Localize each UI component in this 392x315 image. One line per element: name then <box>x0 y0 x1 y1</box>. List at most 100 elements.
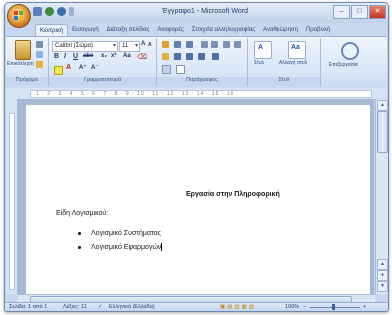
align-right-icon[interactable] <box>186 53 193 60</box>
next-page-icon[interactable]: ▼ <box>377 281 388 292</box>
justify-icon[interactable] <box>198 53 205 60</box>
ruler-scale: · 1 · 2 · 3 · 4 · 5 · 6 · 7 · 8 · 9 · 10… <box>30 90 372 98</box>
zoom-slider-knob[interactable] <box>332 304 335 310</box>
zoom-out-icon[interactable]: − <box>303 304 306 310</box>
sort-icon[interactable] <box>223 41 230 48</box>
editing-group: Επεξεργασία <box>321 38 386 86</box>
quick-access-toolbar <box>33 7 74 16</box>
tab-insert[interactable]: Εισαγωγή <box>68 24 103 36</box>
decrease-indent-icon[interactable] <box>201 41 208 48</box>
previous-page-icon[interactable]: ▲ <box>377 259 388 270</box>
shrink-font-icon-2[interactable]: A⁻ <box>91 64 99 71</box>
quick-styles-glyph-icon: A <box>258 44 264 51</box>
align-center-icon[interactable] <box>174 53 181 60</box>
superscript-icon[interactable]: x² <box>111 53 116 59</box>
subscript-icon[interactable]: x₂ <box>101 53 107 59</box>
status-bar: Σελίδα: 1 από 1 Λέξεις: 11 ✓ Ελληνικά (Ε… <box>5 302 388 311</box>
tab-view[interactable]: Προβολή <box>302 24 334 36</box>
tab-mailings[interactable]: Στοιχεία αλληλογραφίας <box>188 24 259 36</box>
proofing-icon[interactable]: ✓ <box>98 304 103 310</box>
font-group: Calibri (Σώμα) 11 A A B I U abe x₂ x² Aa… <box>49 38 157 86</box>
shading-icon[interactable] <box>162 65 171 74</box>
select-browse-object-icon[interactable]: ● <box>377 270 388 281</box>
paragraph-group-label: Παράγραφος <box>157 77 247 86</box>
tab-home[interactable]: Κεντρική <box>35 24 69 36</box>
cut-icon[interactable] <box>36 41 43 48</box>
styles-group-label: Στυλ <box>248 77 320 86</box>
bullets-icon[interactable] <box>162 41 169 48</box>
strikethrough-icon[interactable]: abe <box>83 53 93 59</box>
vertical-ruler-scale <box>9 113 15 290</box>
ribbon: Επικόλληση Πρόχειρο Calibri (Σώμα) 11 A … <box>6 36 387 89</box>
view-buttons[interactable]: ▣▤▥▦▧ <box>220 304 256 310</box>
window-title: Έγγραφο1 - Microsoft Word <box>162 8 248 15</box>
shrink-font-icon[interactable]: A <box>148 42 152 48</box>
tab-review[interactable]: Αναθεώρηση <box>259 24 302 36</box>
grow-font-icon[interactable]: A <box>141 41 145 47</box>
vertical-scrollbar[interactable]: ▲ ▲ ● ▼ <box>375 99 388 294</box>
font-size-dropdown[interactable]: 11 <box>119 41 140 52</box>
bullet-text: Λογισμικό Συστήματος <box>91 230 161 237</box>
bullet-item: Λογισμικό Εφαρμογών <box>78 243 163 251</box>
document-line: Είδη Λογισμικού: <box>56 210 109 217</box>
scroll-up-icon[interactable]: ▲ <box>377 100 388 111</box>
clear-formatting-icon[interactable]: ⌫ <box>137 53 147 61</box>
clipboard-group: Επικόλληση Πρόχειρο <box>6 38 49 86</box>
bullet-item: Λογισμικό Συστήματος <box>78 230 161 237</box>
styles-group: A Στυλ Aa Αλλαγή στυλ Στυλ <box>248 38 321 86</box>
find-icon[interactable] <box>341 42 359 60</box>
office-button[interactable] <box>7 4 31 28</box>
zoom-level[interactable]: 100% <box>285 304 299 310</box>
word-count[interactable]: Λέξεις: 11 <box>63 304 87 310</box>
minimize-button[interactable]: – <box>333 5 350 19</box>
document-page[interactable]: Εργασία στην Πληροφορική Είδη Λογισμικού… <box>26 105 370 295</box>
redo-icon[interactable] <box>57 7 66 16</box>
scroll-thumb[interactable] <box>377 111 388 153</box>
save-icon[interactable] <box>33 7 42 16</box>
multilevel-list-icon[interactable] <box>186 41 193 48</box>
window-controls: – □ ✕ <box>332 5 386 19</box>
show-formatting-icon[interactable] <box>234 41 241 48</box>
paragraph-group: Παράγραφος <box>157 38 248 86</box>
bullet-dot-icon <box>78 231 81 235</box>
tab-references[interactable]: Αναφορές <box>153 24 188 36</box>
bold-icon[interactable]: B <box>54 53 59 60</box>
paste-icon[interactable] <box>15 40 31 60</box>
italic-icon[interactable]: I <box>64 53 66 60</box>
change-styles-glyph-icon: Aa <box>291 44 300 51</box>
language-status[interactable]: Ελληνικά (Ελλάδα) <box>109 304 155 310</box>
vertical-ruler[interactable] <box>6 99 18 294</box>
format-painter-icon[interactable] <box>36 61 43 68</box>
ribbon-tabs: Κεντρική Εισαγωγή Διάταξη σελίδας Αναφορ… <box>35 24 387 36</box>
zoom-in-icon[interactable]: + <box>363 304 366 310</box>
font-color-icon[interactable]: A <box>66 64 71 71</box>
customize-toolbar-icon[interactable] <box>69 7 74 16</box>
underline-icon[interactable]: U <box>73 53 78 60</box>
tab-page-layout[interactable]: Διάταξη σελίδας <box>103 24 154 36</box>
increase-indent-icon[interactable] <box>211 41 218 48</box>
borders-icon[interactable] <box>176 65 185 74</box>
quick-styles-label[interactable]: Στυλ <box>254 60 264 66</box>
undo-icon[interactable] <box>45 7 54 16</box>
font-group-label: Γραμματοσειρά <box>49 77 156 86</box>
bullet-text: Λογισμικό Εφαρμογών <box>91 243 162 251</box>
grow-font-icon-2[interactable]: A⁺ <box>79 64 87 71</box>
change-styles-label[interactable]: Αλλαγή στυλ <box>279 60 307 66</box>
copy-icon[interactable] <box>36 51 43 58</box>
text-cursor <box>161 243 163 251</box>
highlight-icon[interactable] <box>54 66 63 75</box>
zoom-slider[interactable] <box>310 307 360 308</box>
page-count[interactable]: Σελίδα: 1 από 1 <box>9 304 47 310</box>
font-name-dropdown[interactable]: Calibri (Σώμα) <box>52 41 118 52</box>
editing-label[interactable]: Επεξεργασία <box>329 62 358 68</box>
maximize-button[interactable]: □ <box>351 5 368 19</box>
change-case-icon[interactable]: Aa <box>123 53 131 59</box>
word-window: Έγγραφο1 - Microsoft Word – □ ✕ Κεντρική… <box>4 2 389 312</box>
document-area: Εργασία στην Πληροφορική Είδη Λογισμικού… <box>18 99 374 295</box>
paste-label[interactable]: Επικόλληση <box>7 61 34 67</box>
align-left-icon[interactable] <box>162 53 169 60</box>
numbering-icon[interactable] <box>174 41 181 48</box>
close-button[interactable]: ✕ <box>369 5 386 19</box>
clipboard-group-label: Πρόχειρο <box>6 77 48 86</box>
line-spacing-icon[interactable] <box>212 53 219 60</box>
